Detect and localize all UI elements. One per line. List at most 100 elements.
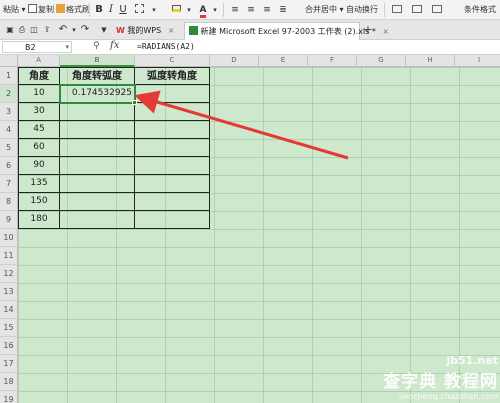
radians-cell[interactable] xyxy=(60,193,135,211)
paste-button[interactable]: 粘贴 ▾ xyxy=(3,2,26,18)
radians-cell[interactable] xyxy=(60,211,135,229)
align-center-button[interactable]: ≡ xyxy=(244,2,258,18)
ribbon-toolbar: 粘贴 ▾ 复制 格式刷 B I U ▾ ▾ A ▾ ≡ ≡ ≡ ≣ 合并居中 ▾… xyxy=(0,0,500,20)
degrees-cell[interactable] xyxy=(135,193,210,211)
merge-center-button[interactable]: 合并居中 ▾ xyxy=(305,2,344,18)
row-header-7[interactable]: 7 xyxy=(0,175,18,193)
column-header-g[interactable]: G xyxy=(357,55,406,67)
save-icon[interactable]: ▣ xyxy=(4,22,16,38)
spreadsheet-icon xyxy=(189,26,198,35)
fill-handle[interactable] xyxy=(132,100,137,105)
select-all-corner[interactable] xyxy=(0,55,18,67)
row-header-17[interactable]: 17 xyxy=(0,355,18,373)
row-header-10[interactable]: 10 xyxy=(0,229,18,247)
column-header-f[interactable]: F xyxy=(308,55,357,67)
number-format-button[interactable] xyxy=(390,2,404,18)
degrees-cell[interactable] xyxy=(135,211,210,229)
borders-dropdown[interactable]: ▾ xyxy=(150,2,158,18)
redo-icon[interactable]: ↷ xyxy=(80,22,90,38)
justify-button[interactable]: ≣ xyxy=(276,2,290,18)
row-header-12[interactable]: 12 xyxy=(0,265,18,283)
degrees-cell[interactable] xyxy=(135,103,210,121)
formula-input[interactable]: =RADIANS(A2) xyxy=(137,41,195,53)
fill-color-button[interactable] xyxy=(168,2,184,18)
row-header-16[interactable]: 16 xyxy=(0,337,18,355)
angle-cell[interactable]: 150 xyxy=(18,193,60,211)
name-box[interactable]: B2 ▾ xyxy=(2,41,72,53)
column-header-h[interactable]: H xyxy=(406,55,455,67)
tab-my-wps[interactable]: W 我的WPS × xyxy=(112,22,182,40)
bold-button[interactable]: B xyxy=(94,2,104,18)
fill-color-dropdown[interactable]: ▾ xyxy=(185,2,193,18)
close-icon[interactable]: × xyxy=(168,26,175,35)
degrees-cell[interactable] xyxy=(135,85,210,103)
column-header-e[interactable]: E xyxy=(259,55,308,67)
row-header-15[interactable]: 15 xyxy=(0,319,18,337)
format-painter-button[interactable]: 格式刷 xyxy=(56,2,90,18)
wps-logo-icon: W xyxy=(116,26,125,35)
row-header-11[interactable]: 11 xyxy=(0,247,18,265)
close-icon[interactable]: × xyxy=(382,27,389,36)
row-header-9[interactable]: 9 xyxy=(0,211,18,229)
font-color-dropdown[interactable]: ▾ xyxy=(211,2,219,18)
row-header-4[interactable]: 4 xyxy=(0,121,18,139)
zoom-icon[interactable]: ⚲ xyxy=(93,41,100,51)
radians-cell[interactable] xyxy=(60,157,135,175)
wrap-text-button[interactable]: 自动换行 xyxy=(346,2,378,18)
angle-cell[interactable]: 60 xyxy=(18,139,60,157)
borders-button[interactable] xyxy=(132,2,146,18)
row-header-6[interactable]: 6 xyxy=(0,157,18,175)
new-tab-button[interactable]: + xyxy=(362,22,374,38)
preview-icon[interactable]: ◫ xyxy=(29,22,39,38)
function-icon[interactable]: fx xyxy=(110,40,119,51)
degrees-cell[interactable] xyxy=(135,175,210,193)
column-header-b[interactable]: B xyxy=(60,55,135,67)
align-left-button[interactable]: ≡ xyxy=(228,2,242,18)
export-icon[interactable]: ⇪ xyxy=(42,22,52,38)
copy-button[interactable]: 复制 xyxy=(28,2,54,18)
angle-cell[interactable]: 10 xyxy=(18,85,60,103)
tab-active-document[interactable]: 新建 Microsoft Excel 97-2003 工作表 (2).xls *… xyxy=(184,22,389,40)
angle-cell[interactable]: 30 xyxy=(18,103,60,121)
percent-button[interactable] xyxy=(410,2,424,18)
angle-cell[interactable]: 45 xyxy=(18,121,60,139)
row-header-18[interactable]: 18 xyxy=(0,373,18,391)
row-header-19[interactable]: 19 xyxy=(0,391,18,403)
angle-cell[interactable]: 135 xyxy=(18,175,60,193)
degrees-cell[interactable] xyxy=(135,157,210,175)
print-icon[interactable]: ⎙ xyxy=(17,22,27,38)
decimal-button[interactable] xyxy=(430,2,444,18)
radians-cell[interactable] xyxy=(60,103,135,121)
brush-icon xyxy=(56,4,65,13)
row-header-2[interactable]: 2 xyxy=(0,85,18,103)
font-color-button[interactable]: A xyxy=(196,2,210,18)
column-header-i[interactable]: I xyxy=(455,55,500,67)
column-header-d[interactable]: D xyxy=(210,55,259,67)
radians-cell[interactable] xyxy=(60,121,135,139)
table-header-cell[interactable]: 角度 xyxy=(18,67,60,85)
angle-cell[interactable]: 90 xyxy=(18,157,60,175)
underline-button[interactable]: U xyxy=(118,2,128,18)
align-right-button[interactable]: ≡ xyxy=(260,2,274,18)
row-header-3[interactable]: 3 xyxy=(0,103,18,121)
row-header-1[interactable]: 1 xyxy=(0,67,18,85)
radians-cell[interactable] xyxy=(60,139,135,157)
conditional-format-button[interactable]: 条件格式 xyxy=(464,2,496,18)
column-header-c[interactable]: C xyxy=(135,55,210,67)
column-header-a[interactable]: A xyxy=(18,55,60,67)
degrees-cell[interactable] xyxy=(135,139,210,157)
undo-icon[interactable]: ↶ xyxy=(58,22,68,38)
row-header-14[interactable]: 14 xyxy=(0,301,18,319)
row-header-5[interactable]: 5 xyxy=(0,139,18,157)
row-header-13[interactable]: 13 xyxy=(0,283,18,301)
italic-button[interactable]: I xyxy=(106,2,116,18)
undo-dropdown[interactable]: ▾ xyxy=(70,22,78,38)
row-header-8[interactable]: 8 xyxy=(0,193,18,211)
tab-my-wps-label: 我的WPS xyxy=(127,26,162,35)
quick-access-dropdown[interactable]: ▼ xyxy=(99,22,109,38)
angle-cell[interactable]: 180 xyxy=(18,211,60,229)
radians-cell[interactable] xyxy=(60,175,135,193)
table-header-cell[interactable]: 角度转弧度 xyxy=(60,67,135,85)
table-header-cell[interactable]: 弧度转角度 xyxy=(135,67,210,85)
degrees-cell[interactable] xyxy=(135,121,210,139)
